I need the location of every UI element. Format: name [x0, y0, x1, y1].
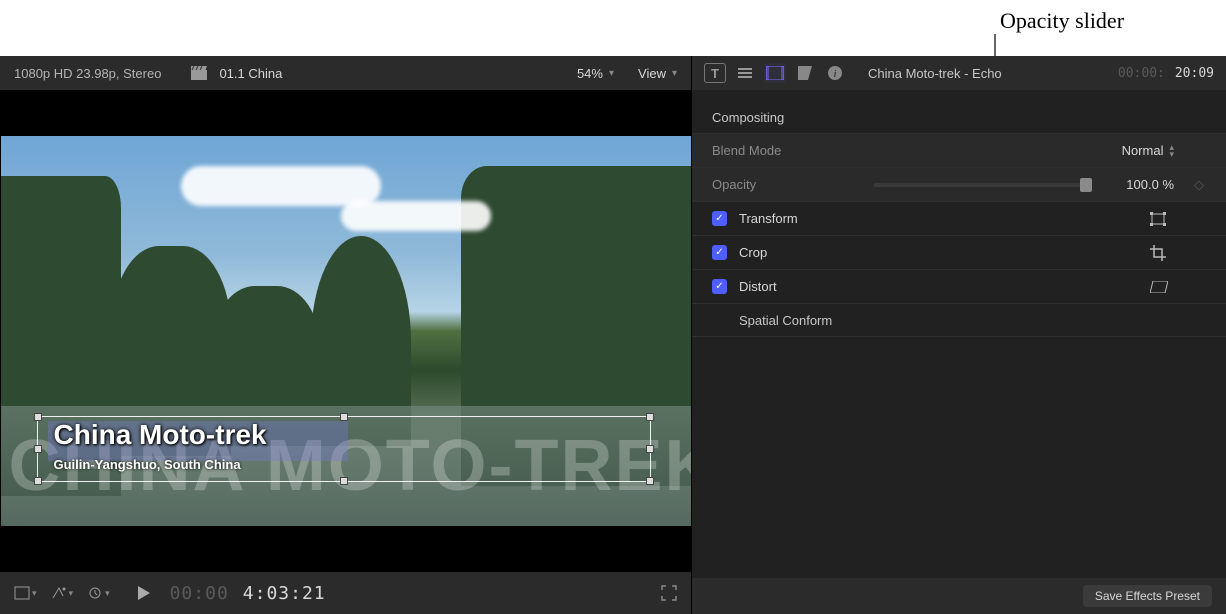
viewer-header: 1080p HD 23.98p, Stereo 01.1 China 54% ▾… [0, 56, 691, 90]
opacity-row: Opacity 100.0 % ◇ [692, 167, 1226, 201]
info-inspector-tab[interactable]: i [824, 63, 846, 83]
play-button[interactable] [138, 586, 150, 600]
clapper-icon [191, 66, 207, 80]
video-canvas[interactable]: CHINA MOTO-TREK China Moto-trek Guilin-Y… [1, 136, 691, 526]
save-effects-preset-button[interactable]: Save Effects Preset [1083, 585, 1212, 607]
format-label: 1080p HD 23.98p, Stereo [14, 66, 161, 81]
chevron-down-icon: ▾ [32, 588, 37, 599]
transform-row[interactable]: ✓ Transform [692, 201, 1226, 235]
inspector-panel: T i China Moto-trek - Echo 00:00: 20:09 C… [692, 56, 1226, 614]
resize-handle[interactable] [34, 477, 42, 485]
crop-icon[interactable] [1150, 245, 1174, 261]
spatial-conform-row[interactable]: Spatial Conform [692, 303, 1226, 337]
opacity-slider[interactable] [874, 183, 1090, 187]
inspector-header: T i China Moto-trek - Echo 00:00: 20:09 [692, 56, 1226, 90]
inspector-body: Compositing Blend Mode Normal ▴▾ Opacity [692, 90, 1226, 578]
crop-label: Crop [739, 245, 767, 260]
text-inspector-tab[interactable]: T [704, 63, 726, 83]
distort-checkbox[interactable]: ✓ [712, 279, 727, 294]
zoom-value: 54% [577, 66, 603, 81]
crop-row[interactable]: ✓ Crop [692, 235, 1226, 269]
chevron-down-icon: ▾ [105, 588, 110, 599]
resize-handle[interactable] [34, 445, 42, 453]
title-main-text[interactable]: China Moto-trek [54, 419, 267, 451]
resize-handle[interactable] [340, 477, 348, 485]
blend-mode-select[interactable]: Normal ▴▾ [1122, 143, 1174, 158]
distort-label: Distort [739, 279, 777, 294]
resize-handle[interactable] [646, 477, 654, 485]
inspector-timecode-prefix: 00:00: [1118, 66, 1165, 81]
resize-handle[interactable] [646, 413, 654, 421]
slider-thumb[interactable] [1080, 178, 1092, 192]
viewer-footer: ▾ ▾ ▾ 00:00 4:03:21 [0, 572, 691, 614]
chevron-down-icon: ▾ [609, 68, 614, 79]
inspector-clip-title: China Moto-trek - Echo [868, 66, 1002, 81]
view-dropdown[interactable]: View ▾ [638, 66, 677, 81]
inspector-footer: Save Effects Preset [692, 578, 1226, 614]
fullscreen-icon[interactable] [661, 585, 677, 601]
transform-label: Transform [739, 211, 798, 226]
title-selection-box[interactable]: China Moto-trek Guilin-Yangshuo, South C… [37, 416, 651, 482]
retime-tool-dropdown[interactable]: ▾ [87, 586, 110, 600]
viewer-body: CHINA MOTO-TREK China Moto-trek Guilin-Y… [0, 90, 691, 572]
zoom-dropdown[interactable]: 54% ▾ [577, 66, 614, 81]
distort-row[interactable]: ✓ Distort [692, 269, 1226, 303]
title-subtitle-text[interactable]: Guilin-Yangshuo, South China [54, 457, 241, 472]
timecode-prefix: 00:00 [170, 583, 229, 604]
timecode: 4:03:21 [243, 583, 326, 604]
video-inspector-tab[interactable] [764, 63, 786, 83]
title-inspector-tab[interactable] [734, 63, 756, 83]
transform-tool-dropdown[interactable]: ▾ [14, 586, 37, 600]
app-window: 1080p HD 23.98p, Stereo 01.1 China 54% ▾… [0, 56, 1226, 614]
effects-tool-dropdown[interactable]: ▾ [51, 586, 74, 600]
stepper-icon: ▴▾ [1169, 144, 1174, 158]
keyframe-icon[interactable]: ◇ [1192, 177, 1206, 193]
opacity-value[interactable]: 100.0 % [1102, 177, 1174, 192]
transform-checkbox[interactable]: ✓ [712, 211, 727, 226]
chevron-down-icon: ▾ [672, 68, 677, 79]
spatial-conform-label: Spatial Conform [739, 313, 832, 328]
chevron-down-icon: ▾ [69, 588, 74, 599]
callout-label: Opacity slider [1000, 8, 1124, 34]
resize-handle[interactable] [340, 413, 348, 421]
opacity-label: Opacity [712, 177, 862, 192]
resize-handle[interactable] [646, 445, 654, 453]
generator-inspector-tab[interactable] [794, 63, 816, 83]
svg-text:i: i [833, 68, 836, 80]
blend-mode-row: Blend Mode Normal ▴▾ [692, 133, 1226, 167]
distort-icon[interactable] [1150, 281, 1174, 293]
transform-icon[interactable] [1150, 212, 1174, 226]
inspector-timecode: 20:09 [1175, 66, 1214, 81]
blend-mode-value: Normal [1122, 143, 1164, 158]
viewer-panel: 1080p HD 23.98p, Stereo 01.1 China 54% ▾… [0, 56, 692, 614]
view-label: View [638, 66, 666, 81]
resize-handle[interactable] [34, 413, 42, 421]
crop-checkbox[interactable]: ✓ [712, 245, 727, 260]
clip-name: 01.1 China [219, 66, 282, 81]
blend-mode-label: Blend Mode [712, 143, 862, 158]
compositing-section-header: Compositing [692, 102, 1226, 133]
